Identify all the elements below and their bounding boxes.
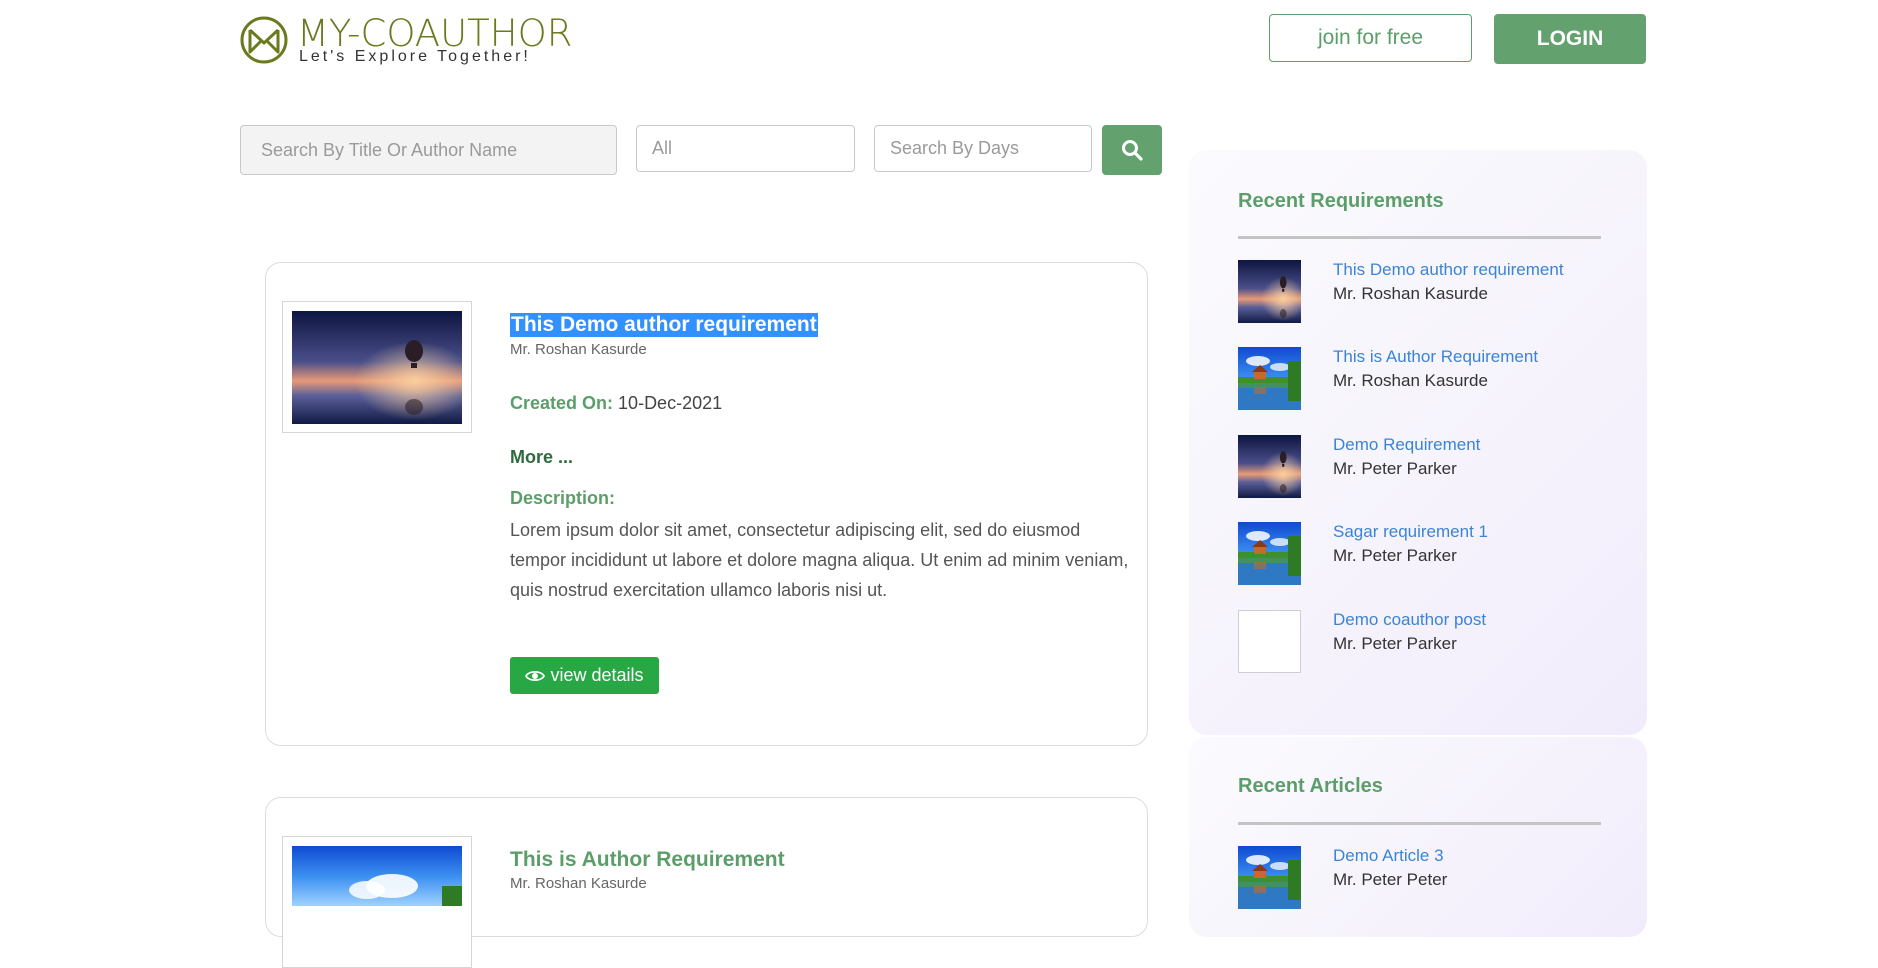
recent-requirement-author: Mr. Roshan Kasurde	[1333, 371, 1488, 390]
recent-requirement-item[interactable]: This is Author Requirement Mr. Roshan Ka…	[1238, 347, 1618, 411]
view-details-label: view details	[550, 665, 644, 685]
post-thumbnail[interactable]	[282, 836, 472, 968]
lake-house-image	[1238, 522, 1301, 585]
recent-requirement-link[interactable]: Sagar requirement 1	[1333, 522, 1488, 542]
search-title-author-input[interactable]: Search By Title Or Author Name	[240, 125, 617, 175]
recent-requirement-item[interactable]: Demo Requirement Mr. Peter Parker	[1238, 435, 1618, 499]
lake-house-image	[1238, 347, 1301, 410]
recent-requirement-item[interactable]: This Demo author requirement Mr. Roshan …	[1238, 260, 1618, 324]
category-select-value: All	[652, 138, 673, 158]
join-for-free-button[interactable]: join for free	[1269, 14, 1472, 62]
site-logo[interactable]: MY-COAUTHOR Let's Explore Together!	[239, 12, 572, 72]
view-details-button[interactable]: view details	[510, 657, 659, 694]
search-button[interactable]	[1102, 125, 1162, 175]
recent-requirement-link[interactable]: This is Author Requirement	[1333, 347, 1538, 367]
description-text: Lorem ipsum dolor sit amet, consectetur …	[510, 520, 1129, 600]
recent-requirement-item[interactable]: Demo coauthor post Mr. Peter Parker	[1238, 610, 1618, 674]
search-days-input[interactable]: Search By Days	[874, 125, 1092, 172]
recent-requirement-author: Mr. Peter Parker	[1333, 634, 1457, 653]
recent-articles-heading: Recent Articles	[1238, 775, 1383, 797]
recent-requirements-panel: Recent Requirements This Demo author req…	[1189, 150, 1647, 735]
recent-article-item[interactable]: Demo Article 3 Mr. Peter Peter	[1238, 846, 1618, 910]
created-on-value: 10-Dec-2021	[618, 393, 723, 413]
search-days-placeholder: Search By Days	[890, 138, 1020, 158]
requirement-card: This is Author Requirement Mr. Roshan Ka…	[265, 797, 1148, 968]
category-select[interactable]: All	[636, 125, 855, 172]
divider	[1238, 822, 1601, 825]
more-link[interactable]: More ...	[510, 447, 573, 468]
post-title[interactable]: This is Author Requirement	[510, 848, 785, 872]
divider	[1238, 236, 1601, 239]
created-on-label: Created On:	[510, 393, 614, 413]
post-author: Mr. Roshan Kasurde	[510, 875, 647, 892]
recent-requirement-author: Mr. Roshan Kasurde	[1333, 284, 1488, 303]
post-thumbnail[interactable]	[282, 301, 472, 433]
description-label: Description:	[510, 488, 616, 508]
recent-requirement-link[interactable]: Demo coauthor post	[1333, 610, 1486, 630]
lake-house-image	[292, 846, 462, 906]
search-title-placeholder: Search By Title Or Author Name	[261, 139, 518, 160]
recent-requirement-author: Mr. Peter Parker	[1333, 459, 1457, 478]
logo-tagline: Let's Explore Together!	[299, 48, 531, 65]
recent-requirement-link[interactable]: Demo Requirement	[1333, 435, 1480, 455]
lake-house-image	[1238, 846, 1301, 909]
recent-article-author: Mr. Peter Peter	[1333, 870, 1448, 889]
post-title[interactable]: This Demo author requirement	[510, 313, 818, 337]
recent-requirement-link[interactable]: This Demo author requirement	[1333, 260, 1564, 280]
balloon-image	[292, 311, 462, 424]
post-author: Mr. Roshan Kasurde	[510, 341, 647, 358]
recent-article-link[interactable]: Demo Article 3	[1333, 846, 1444, 866]
recent-requirements-heading: Recent Requirements	[1238, 190, 1444, 212]
recent-articles-panel: Recent Articles Demo Article 3 Mr. Peter…	[1189, 737, 1647, 937]
recent-requirement-item[interactable]: Sagar requirement 1 Mr. Peter Parker	[1238, 522, 1618, 586]
requirement-card: This Demo author requirement Mr. Roshan …	[265, 262, 1148, 746]
search-icon	[1122, 140, 1143, 161]
balloon-image	[1238, 260, 1301, 323]
login-button[interactable]: LOGIN	[1494, 14, 1646, 64]
eye-icon	[525, 670, 546, 681]
empty-thumbnail	[1238, 610, 1301, 673]
created-on: Created On: 10-Dec-2021	[510, 393, 722, 414]
coauthor-logo-icon	[240, 16, 288, 64]
balloon-image	[1238, 435, 1301, 498]
recent-requirement-author: Mr. Peter Parker	[1333, 546, 1457, 565]
